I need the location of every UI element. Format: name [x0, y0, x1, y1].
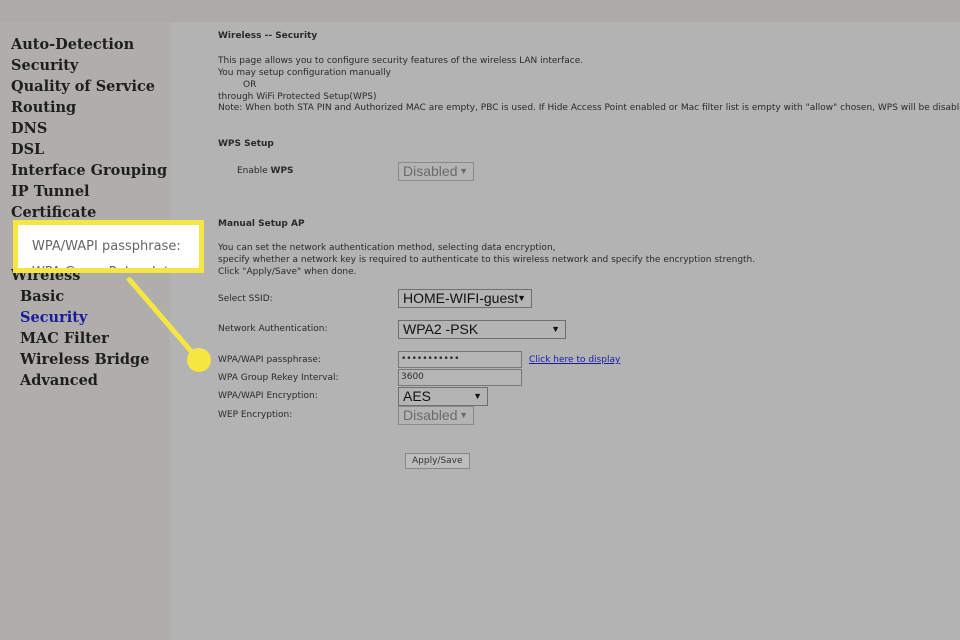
zoom-callout: WPA/WAPI passphrase: WPA Group Rekey Int…	[13, 220, 204, 273]
callout-text: WPA/WAPI passphrase:	[32, 239, 181, 254]
callout-text: WPA Group Rekey Interval:	[32, 265, 204, 273]
callout-dot	[187, 348, 211, 372]
callout-connector	[126, 276, 211, 372]
